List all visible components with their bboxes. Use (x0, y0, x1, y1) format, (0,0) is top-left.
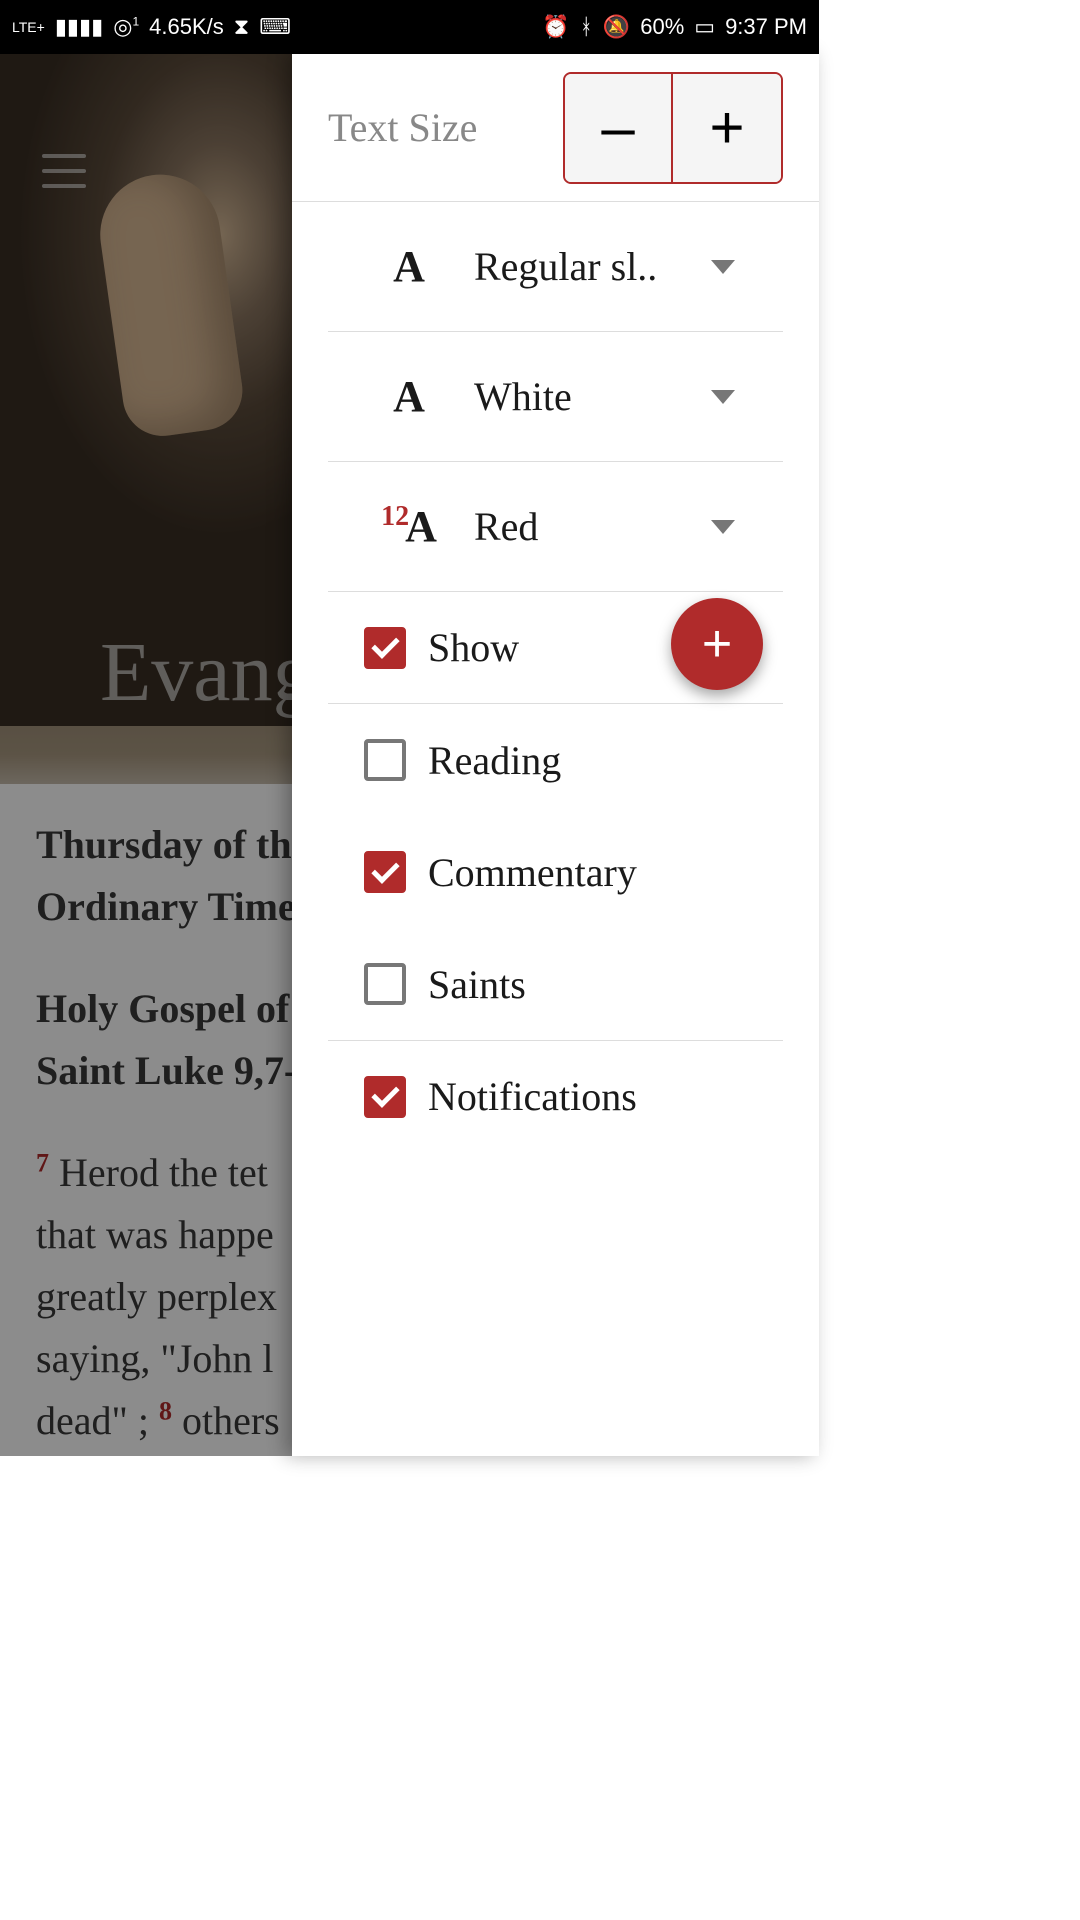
text-size-button-group: – + (563, 72, 783, 184)
chevron-down-icon (711, 520, 735, 534)
text-size-label: Text Size (328, 104, 477, 151)
font-dropdown[interactable]: A Regular sl.. (328, 202, 783, 332)
accent-value: Red (454, 503, 711, 550)
show-row[interactable]: Show + (328, 592, 783, 704)
add-fab-button[interactable]: + (671, 598, 763, 690)
decrease-text-button[interactable]: – (565, 74, 673, 182)
bg-value: White (454, 373, 711, 420)
saints-checkbox[interactable] (364, 963, 406, 1005)
battery-pct: 60% (640, 14, 684, 40)
keyboard-icon: ⌨ (259, 14, 291, 40)
bluetooth-icon: ᚼ (580, 14, 593, 40)
battery-icon: ▭ (694, 14, 715, 40)
accent-color-dropdown[interactable]: 12A Red (328, 462, 783, 592)
background-color-dropdown[interactable]: A White (328, 332, 783, 462)
notifications-checkbox[interactable] (364, 1076, 406, 1118)
commentary-checkbox[interactable] (364, 851, 406, 893)
notifications-label: Notifications (428, 1073, 637, 1120)
clock: 9:37 PM (725, 14, 807, 40)
increase-text-button[interactable]: + (673, 74, 781, 182)
chevron-down-icon (711, 390, 735, 404)
text-size-row: Text Size – + (292, 54, 819, 202)
bg-sample-icon: A (364, 371, 454, 422)
hourglass-icon: ⧗ (234, 14, 249, 40)
hotspot-icon: ◎1 (113, 14, 139, 40)
alarm-icon: ⏰ (542, 14, 569, 40)
notifications-row[interactable]: Notifications (328, 1040, 783, 1152)
status-right: ⏰ ᚼ 🔕 60% ▭ 9:37 PM (542, 14, 807, 40)
data-speed: 4.65K/s (149, 14, 224, 40)
settings-panel: Text Size – + A Regular sl.. A White 12A… (292, 54, 819, 1456)
reading-label: Reading (428, 737, 561, 784)
commentary-row[interactable]: Commentary (328, 816, 783, 928)
dnd-icon: 🔕 (603, 14, 630, 40)
show-checkbox[interactable] (364, 627, 406, 669)
commentary-label: Commentary (428, 849, 637, 896)
saints-label: Saints (428, 961, 526, 1008)
show-label: Show (428, 624, 519, 671)
chevron-down-icon (711, 260, 735, 274)
accent-sample-icon: 12A (364, 501, 454, 552)
reading-row[interactable]: Reading (328, 704, 783, 816)
font-value: Regular sl.. (454, 243, 711, 290)
status-bar: LTE+ ▮▮▮▮ ◎1 4.65K/s ⧗ ⌨ ⏰ ᚼ 🔕 60% ▭ 9:3… (0, 0, 819, 54)
reading-checkbox[interactable] (364, 739, 406, 781)
network-type-icon: LTE+ (12, 20, 45, 34)
status-left: LTE+ ▮▮▮▮ ◎1 4.65K/s ⧗ ⌨ (12, 14, 291, 40)
font-sample-icon: A (364, 241, 454, 292)
saints-row[interactable]: Saints (328, 928, 783, 1040)
signal-bars-icon: ▮▮▮▮ (55, 14, 103, 40)
